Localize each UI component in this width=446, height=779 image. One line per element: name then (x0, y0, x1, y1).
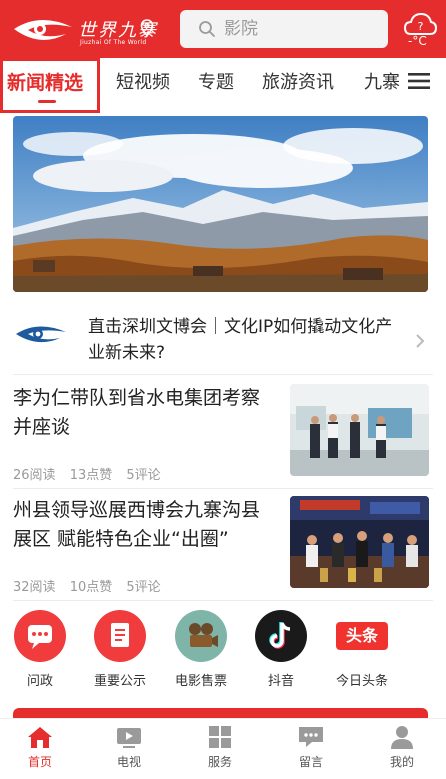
eye-logo-icon (14, 19, 72, 40)
home-icon (28, 727, 52, 748)
headline-banner-image[interactable] (13, 116, 428, 292)
news-meta: 32阅读 10点赞 5评论 (13, 576, 171, 595)
service-label: 问政 (26, 674, 53, 689)
nav-label: 服务 (207, 755, 232, 769)
news-meta: 26阅读 13点赞 5评论 (13, 464, 171, 483)
featured-headline[interactable]: 直击深圳文博会｜文化IP如何撬动文化产业新未来? (0, 302, 446, 374)
location-pin-icon[interactable] (140, 19, 154, 37)
tab-topics[interactable]: 专题 (198, 68, 234, 94)
service-movie-tickets[interactable]: 电影售票 (161, 610, 241, 689)
eye-logo-icon (16, 326, 66, 343)
news-card[interactable]: 州县领导巡展西博会九寨沟县展区 赋能特色企业“出圈” 32阅读 10点赞 5评论 (0, 496, 446, 606)
service-wenzheng[interactable]: 问政 (0, 610, 80, 689)
divider (13, 374, 433, 375)
search-icon (199, 21, 215, 37)
news-thumbnail (290, 384, 429, 476)
app-screen: 世界九寨 Jiuzhai Of The World ? -°C 新闻精选 短视频… (0, 0, 446, 779)
service-label: 抖音 (267, 674, 294, 689)
read-count: 32阅读 (13, 580, 56, 595)
nav-services[interactable]: 服务 (180, 725, 260, 770)
bottom-navigation: 首页 电视 服务 留言 我的 (0, 718, 446, 779)
nav-label: 我的 (389, 755, 414, 769)
weather-temperature: -°C (408, 34, 427, 48)
nav-tv[interactable]: 电视 (89, 725, 169, 770)
tiktok-icon (255, 610, 307, 662)
headline-title: 直击深圳文博会｜文化IP如何撬动文化产业新未来? (88, 317, 393, 363)
service-douyin[interactable]: 抖音 (241, 610, 321, 689)
service-toutiao[interactable]: 头条 今日头条 (322, 610, 402, 689)
nav-label: 电视 (116, 755, 141, 769)
news-card[interactable]: 李为仁带队到省水电集团考察并座谈 26阅读 13点赞 5评论 (0, 384, 446, 494)
divider (13, 600, 433, 601)
quick-services: 问政 重要公示 电影售票 抖音 头条 今日头条 (0, 610, 446, 690)
read-count: 26阅读 (13, 468, 56, 483)
exhibition-photo-image (290, 496, 429, 588)
nav-home[interactable]: 首页 (0, 725, 80, 770)
toutiao-badge: 头条 (336, 622, 388, 650)
tv-icon (117, 728, 141, 748)
like-count: 13点赞 (69, 468, 113, 483)
tab-jiuzhai[interactable]: 九寨 (364, 68, 400, 94)
search-input[interactable] (224, 10, 374, 48)
mountain-landscape-image (13, 116, 428, 292)
nav-label: 留言 (298, 755, 323, 769)
nav-profile[interactable]: 我的 (362, 725, 442, 770)
tab-short-video[interactable]: 短视频 (116, 68, 170, 94)
service-label: 电影售票 (174, 674, 227, 689)
grid-icon (209, 726, 231, 748)
tab-travel-info[interactable]: 旅游资讯 (262, 68, 334, 94)
nav-messages[interactable]: 留言 (271, 725, 351, 770)
like-count: 10点赞 (69, 580, 113, 595)
comment-count: 5评论 (126, 468, 161, 483)
top-header: 世界九寨 Jiuzhai Of The World ? -°C (0, 0, 446, 58)
menu-icon[interactable] (408, 72, 430, 90)
chat-icon (14, 610, 66, 662)
document-icon (94, 610, 146, 662)
service-label: 今日头条 (335, 674, 388, 689)
logo-subtitle: Jiuzhai Of The World (80, 39, 147, 46)
toutiao-icon: 头条 (336, 610, 388, 662)
chevron-right-icon (416, 334, 425, 348)
user-icon (391, 726, 413, 749)
message-icon (299, 727, 323, 747)
film-camera-icon (175, 610, 227, 662)
divider (13, 488, 433, 489)
nav-label: 首页 (27, 755, 52, 769)
comment-count: 5评论 (126, 580, 161, 595)
tab-news-picks[interactable]: 新闻精选 (7, 68, 83, 95)
news-title: 李为仁带队到省水电集团考察并座谈 (13, 387, 261, 438)
active-tab-indicator (38, 100, 56, 103)
meeting-photo-image (290, 384, 429, 476)
news-thumbnail (290, 496, 429, 588)
service-notices[interactable]: 重要公示 (80, 610, 160, 689)
svg-text:?: ? (418, 20, 424, 33)
news-title: 州县领导巡展西博会九寨沟县展区 赋能特色企业“出圈” (13, 499, 261, 550)
app-logo[interactable]: 世界九寨 Jiuzhai Of The World (10, 10, 160, 46)
service-label: 重要公示 (93, 674, 146, 689)
search-bar[interactable] (180, 10, 388, 48)
category-tabs: 新闻精选 短视频 专题 旅游资讯 九寨 (0, 58, 446, 113)
